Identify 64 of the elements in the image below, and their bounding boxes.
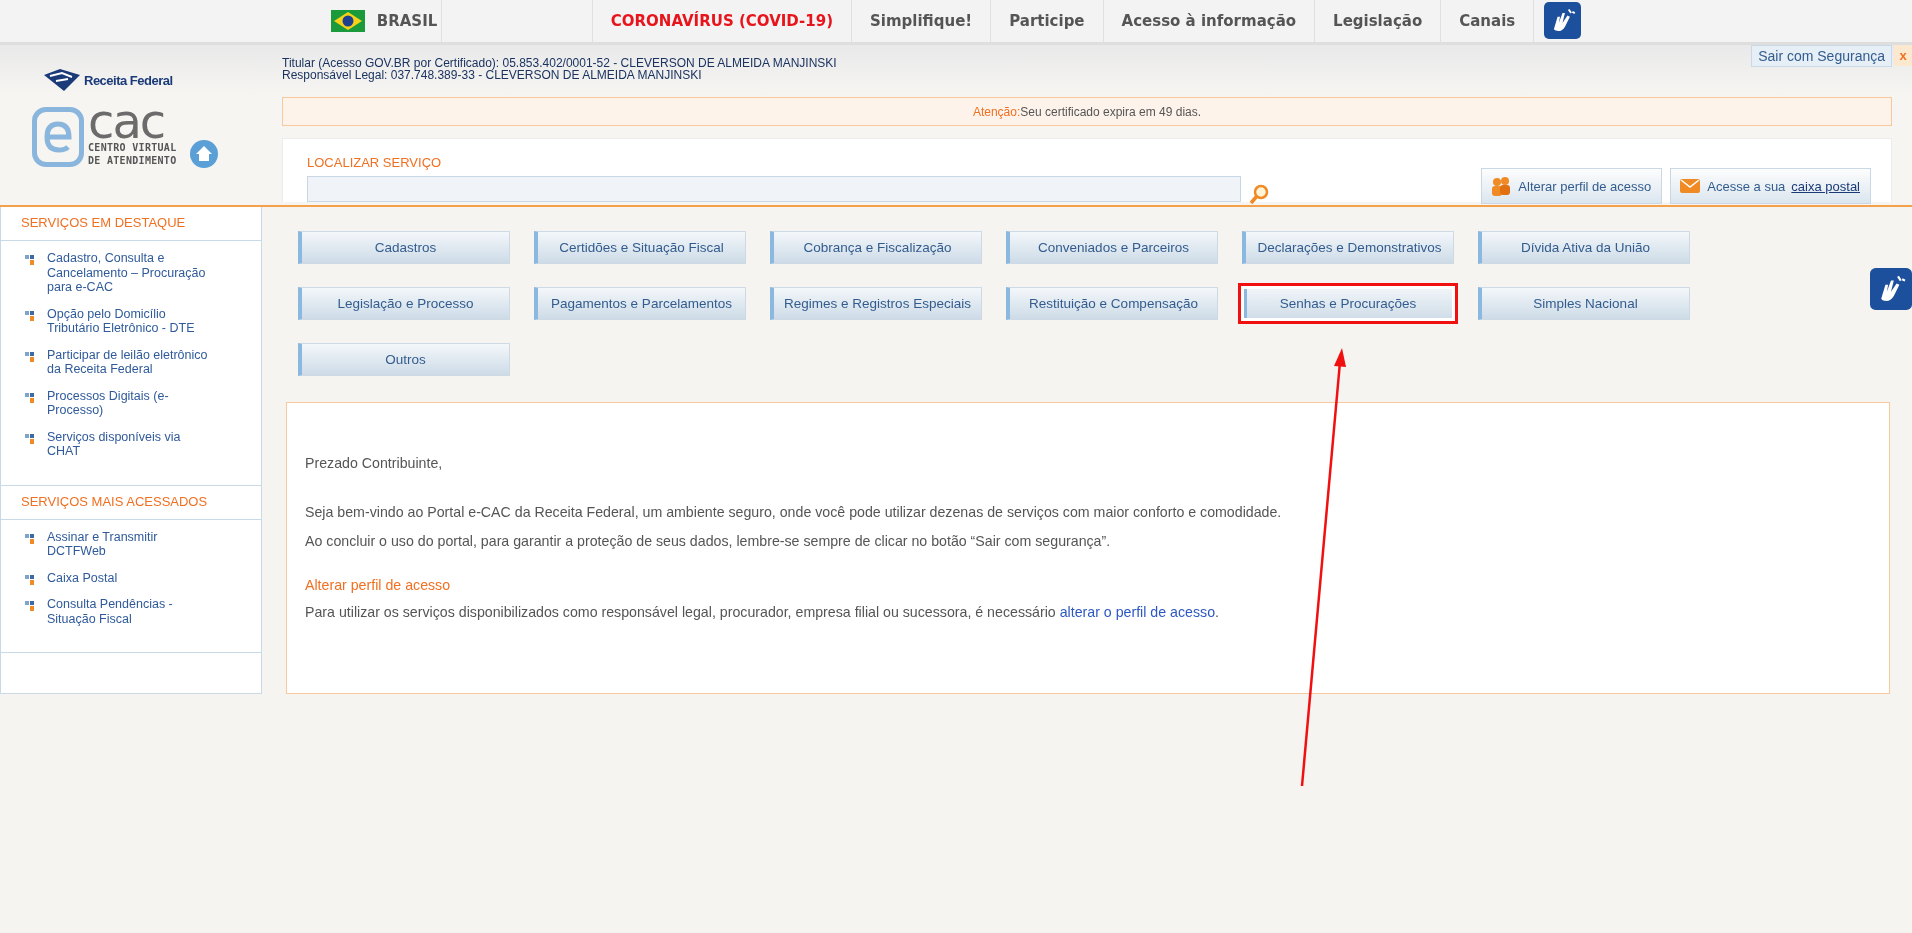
category-button[interactable]: Certidões e Situação Fiscal bbox=[534, 231, 746, 264]
nav-link[interactable]: Acesso à informação bbox=[1103, 0, 1316, 42]
sign-language-icon[interactable] bbox=[1544, 2, 1582, 39]
welcome-text: Seja bem-vindo ao Portal e-CAC da Receita Federal, um ambiente seguro, onde você pode utilizar dezenas de serviços com maior conforto e comodidade. bbox=[305, 504, 1283, 520]
bullet-icon bbox=[25, 254, 35, 265]
service-link[interactable]: Processos Digitais (e-Processo) bbox=[47, 388, 212, 418]
eagle-icon bbox=[42, 67, 82, 93]
flag-icon bbox=[330, 10, 365, 32]
service-link[interactable]: Assinar e Transmitir DCTFWeb bbox=[47, 529, 212, 559]
category-button[interactable]: Senhas e Procurações bbox=[1238, 283, 1458, 324]
category-button[interactable]: Regimes e Registros Especiais bbox=[770, 287, 982, 320]
sign-language-icon[interactable] bbox=[1870, 265, 1912, 313]
nav-link[interactable]: Legislação bbox=[1315, 0, 1442, 42]
category-button[interactable]: Legislação e Processo bbox=[298, 287, 510, 320]
service-link[interactable]: Serviços disponíveis via CHAT bbox=[47, 429, 212, 459]
bullet-icon bbox=[25, 309, 35, 321]
bullet-icon bbox=[25, 600, 35, 611]
profile-button[interactable]: Alterar perfil de acesso bbox=[1481, 168, 1663, 204]
search-label: LOCALIZAR SERVIÇO bbox=[307, 155, 443, 170]
bullet-icon bbox=[25, 573, 35, 585]
nav-link[interactable]: Simplifique! bbox=[852, 0, 992, 42]
mailbox-button[interactable]: Acesse a sua caixa postal bbox=[1670, 168, 1871, 204]
notice-label: Atenção: bbox=[972, 104, 1021, 119]
nav-link[interactable]: Participe bbox=[991, 0, 1104, 42]
service-link[interactable]: Caixa Postal bbox=[47, 570, 212, 585]
category-button[interactable]: Outros bbox=[298, 343, 510, 376]
bullet-icon bbox=[25, 391, 35, 403]
category-button[interactable]: Declarações e Demonstrativos bbox=[1242, 231, 1454, 264]
service-link[interactable]: Opção pelo Domicílio Tributário Eletrônico - DTE bbox=[47, 306, 212, 336]
nav-link[interactable]: Canais bbox=[1441, 0, 1535, 42]
bullet-icon bbox=[25, 350, 35, 362]
logout-link[interactable]: Sair com Segurança bbox=[1751, 45, 1892, 67]
brand-name: Receita Federal bbox=[84, 72, 173, 88]
category-button[interactable]: Cadastros bbox=[298, 231, 510, 264]
home-icon[interactable] bbox=[188, 139, 219, 169]
notice-message: Seu certificado expira em 49 dias. bbox=[1020, 104, 1202, 119]
category-button[interactable]: Cobrança e Fiscalização bbox=[770, 231, 982, 264]
category-button[interactable]: Conveniados e Parceiros bbox=[1006, 231, 1218, 264]
category-button[interactable]: Simples Nacional bbox=[1478, 287, 1690, 320]
welcome-text: Ao concluir o uso do portal, para garantir a proteção de seus dados, lembre-se sempre de clicar no botão “Sair com segurança”. bbox=[305, 533, 1112, 549]
search-field[interactable] bbox=[307, 176, 1241, 202]
country-label[interactable]: BRASIL bbox=[376, 12, 438, 30]
nav-link[interactable]: CORONAVÍRUS (COVID-19) bbox=[592, 0, 852, 42]
profile-text: Para utilizar os serviços disponibilizados como responsável legal, procurador, empresa filial ou sucessora, é necessário alterar o perfil de acesso. bbox=[305, 604, 1220, 620]
logo-text: cac bbox=[88, 101, 165, 141]
service-link[interactable]: Cadastro, Consulta e Cancelamento – Procuração para e-CAC bbox=[47, 251, 212, 295]
logo-subtitle: DE ATENDIMENTO bbox=[88, 154, 177, 167]
logo-subtitle: CENTRO VIRTUAL bbox=[88, 141, 177, 154]
bullet-icon bbox=[25, 532, 35, 544]
service-link[interactable]: Consulta Pendências - Situação Fiscal bbox=[47, 597, 212, 626]
search-icon[interactable] bbox=[1249, 184, 1269, 206]
category-button[interactable]: Restituição e Compensação bbox=[1006, 287, 1218, 320]
category-button[interactable]: Dívida Ativa da União bbox=[1478, 231, 1690, 264]
user-info: Responsável Legal: 037.748.389-33 - CLEVERSON DE ALMEIDA MANJINSKI bbox=[282, 69, 702, 81]
user-info: Titular (Acesso GOV.BR por Certificado): 05.853.402/0001-52 - CLEVERSON DE ALMEIDA MANJINSKI bbox=[282, 57, 837, 69]
section-title: SERVIÇOS MAIS ACESSADOS bbox=[1, 485, 261, 520]
category-button[interactable]: Pagamentos e Parcelamentos bbox=[534, 287, 746, 320]
people-icon bbox=[1490, 175, 1513, 197]
profile-heading: Alterar perfil de acesso bbox=[305, 577, 452, 593]
bullet-icon bbox=[25, 432, 35, 444]
service-link[interactable]: Participar de leilão eletrônico da Receita Federal bbox=[47, 347, 212, 377]
greeting: Prezado Contribuinte, bbox=[305, 455, 444, 471]
e-letter-icon bbox=[32, 107, 84, 167]
section-title: SERVIÇOS EM DESTAQUE bbox=[1, 207, 261, 241]
